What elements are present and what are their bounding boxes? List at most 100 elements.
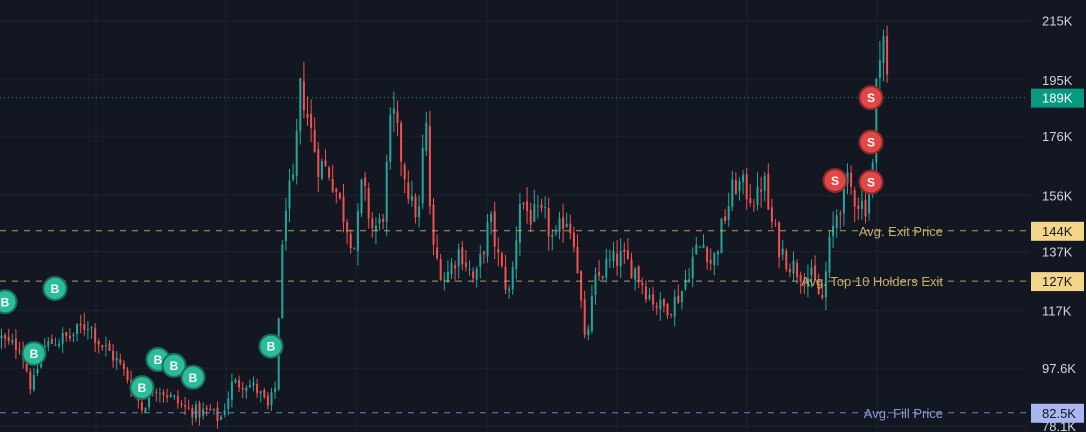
candle-body	[745, 174, 748, 200]
candle-body	[457, 249, 460, 267]
candle-body	[720, 218, 723, 254]
marker-label: S	[867, 136, 875, 150]
sell-marker[interactable]: S	[858, 129, 884, 155]
candle-body	[655, 305, 658, 308]
candle-body	[637, 266, 640, 282]
price-line-tag-label: 82.5K	[1042, 406, 1076, 421]
candle-body	[90, 327, 93, 329]
candle-body	[122, 363, 125, 370]
candle-body	[670, 313, 673, 315]
candle-body	[612, 250, 615, 262]
candle-body	[238, 380, 241, 388]
candle-body	[486, 222, 489, 257]
chart-canvas[interactable]: Avg. Exit Price Avg. Top 10 Holders Exit A…	[0, 0, 1086, 432]
candle-body	[108, 343, 111, 351]
candle-body	[101, 344, 104, 348]
candle-body	[227, 398, 230, 409]
candle-body	[288, 180, 291, 209]
candle-body	[86, 328, 89, 330]
candle-body	[781, 248, 784, 255]
price-chart[interactable]: Avg. Exit Price Avg. Top 10 Holders Exit A…	[0, 0, 1086, 432]
sell-marker[interactable]: S	[822, 167, 848, 193]
candle-body	[698, 246, 701, 248]
marker-label: B	[170, 359, 179, 373]
candle-body	[490, 214, 493, 222]
candle-body	[752, 206, 755, 208]
candle-body	[29, 371, 32, 390]
trade-markers-layer: BBB B BBBBSSS S	[0, 85, 884, 401]
marker-label: S	[831, 174, 839, 188]
candle-body	[630, 259, 633, 279]
candle-body	[500, 253, 503, 266]
candle-body	[302, 81, 305, 111]
candle-body	[878, 60, 881, 78]
candle-body	[241, 387, 244, 390]
candle-body	[821, 295, 824, 299]
candle-body	[115, 357, 118, 361]
candle-body	[497, 249, 500, 253]
candle-body	[414, 196, 417, 218]
buy-marker[interactable]: B	[180, 364, 206, 390]
candle-body	[385, 161, 388, 222]
sell-marker[interactable]: S	[858, 169, 884, 195]
buy-marker[interactable]: B	[21, 341, 47, 367]
candle-body	[450, 263, 453, 275]
candle-body	[770, 207, 773, 223]
candle-body	[310, 113, 313, 129]
candle-body	[508, 288, 511, 291]
y-tick-label: 195K	[1042, 73, 1073, 88]
candle-body	[400, 122, 403, 162]
candle-body	[828, 236, 831, 273]
candle-body	[727, 206, 730, 221]
candle-body	[169, 394, 172, 397]
candle-body	[331, 178, 334, 192]
candle-body	[112, 350, 115, 361]
candle-body	[475, 268, 478, 280]
candle-body	[493, 211, 496, 247]
candle-body	[634, 268, 637, 280]
candle-body	[223, 410, 226, 416]
sell-marker[interactable]: S	[858, 85, 884, 111]
candle-body	[760, 189, 763, 192]
marker-label: S	[867, 91, 875, 105]
candle-body	[425, 122, 428, 152]
candle-body	[864, 199, 867, 217]
candle-body	[184, 405, 187, 408]
candle-body	[346, 222, 349, 233]
candle-body	[295, 130, 298, 176]
candle-body	[79, 324, 82, 326]
candle-body	[256, 384, 259, 393]
buy-marker[interactable]: B	[258, 333, 284, 359]
buy-marker[interactable]: B	[42, 275, 68, 301]
candle-body	[212, 408, 215, 410]
candle-body	[558, 218, 561, 232]
candle-body	[666, 303, 669, 316]
candle-body	[432, 204, 435, 245]
buy-marker[interactable]: B	[0, 289, 18, 315]
candle-body	[342, 196, 345, 223]
buy-marker[interactable]: B	[129, 375, 155, 401]
candle-body	[580, 271, 583, 301]
candle-body	[220, 416, 223, 420]
candle-body	[94, 328, 97, 343]
candle-body	[353, 248, 356, 250]
candle-body	[410, 195, 413, 201]
candle-body	[68, 335, 71, 339]
candle-body	[234, 379, 237, 383]
candle-body	[774, 223, 777, 225]
candle-body	[72, 334, 75, 337]
candle-body	[835, 215, 838, 228]
candle-body	[194, 404, 197, 419]
marker-label: S	[867, 175, 875, 189]
candle-body	[583, 299, 586, 335]
candle-body	[713, 253, 716, 266]
candle-body	[76, 323, 79, 335]
candle-body	[252, 382, 255, 386]
candle-body	[36, 368, 39, 374]
candle-body	[144, 408, 147, 412]
candle-body	[731, 179, 734, 207]
candle-body	[598, 271, 601, 276]
candle-body	[421, 147, 424, 204]
candle-body	[562, 217, 565, 229]
price-axis[interactable]: 215K195K176K156K137K117K97.6K78.1K144K12…	[1031, 14, 1084, 432]
